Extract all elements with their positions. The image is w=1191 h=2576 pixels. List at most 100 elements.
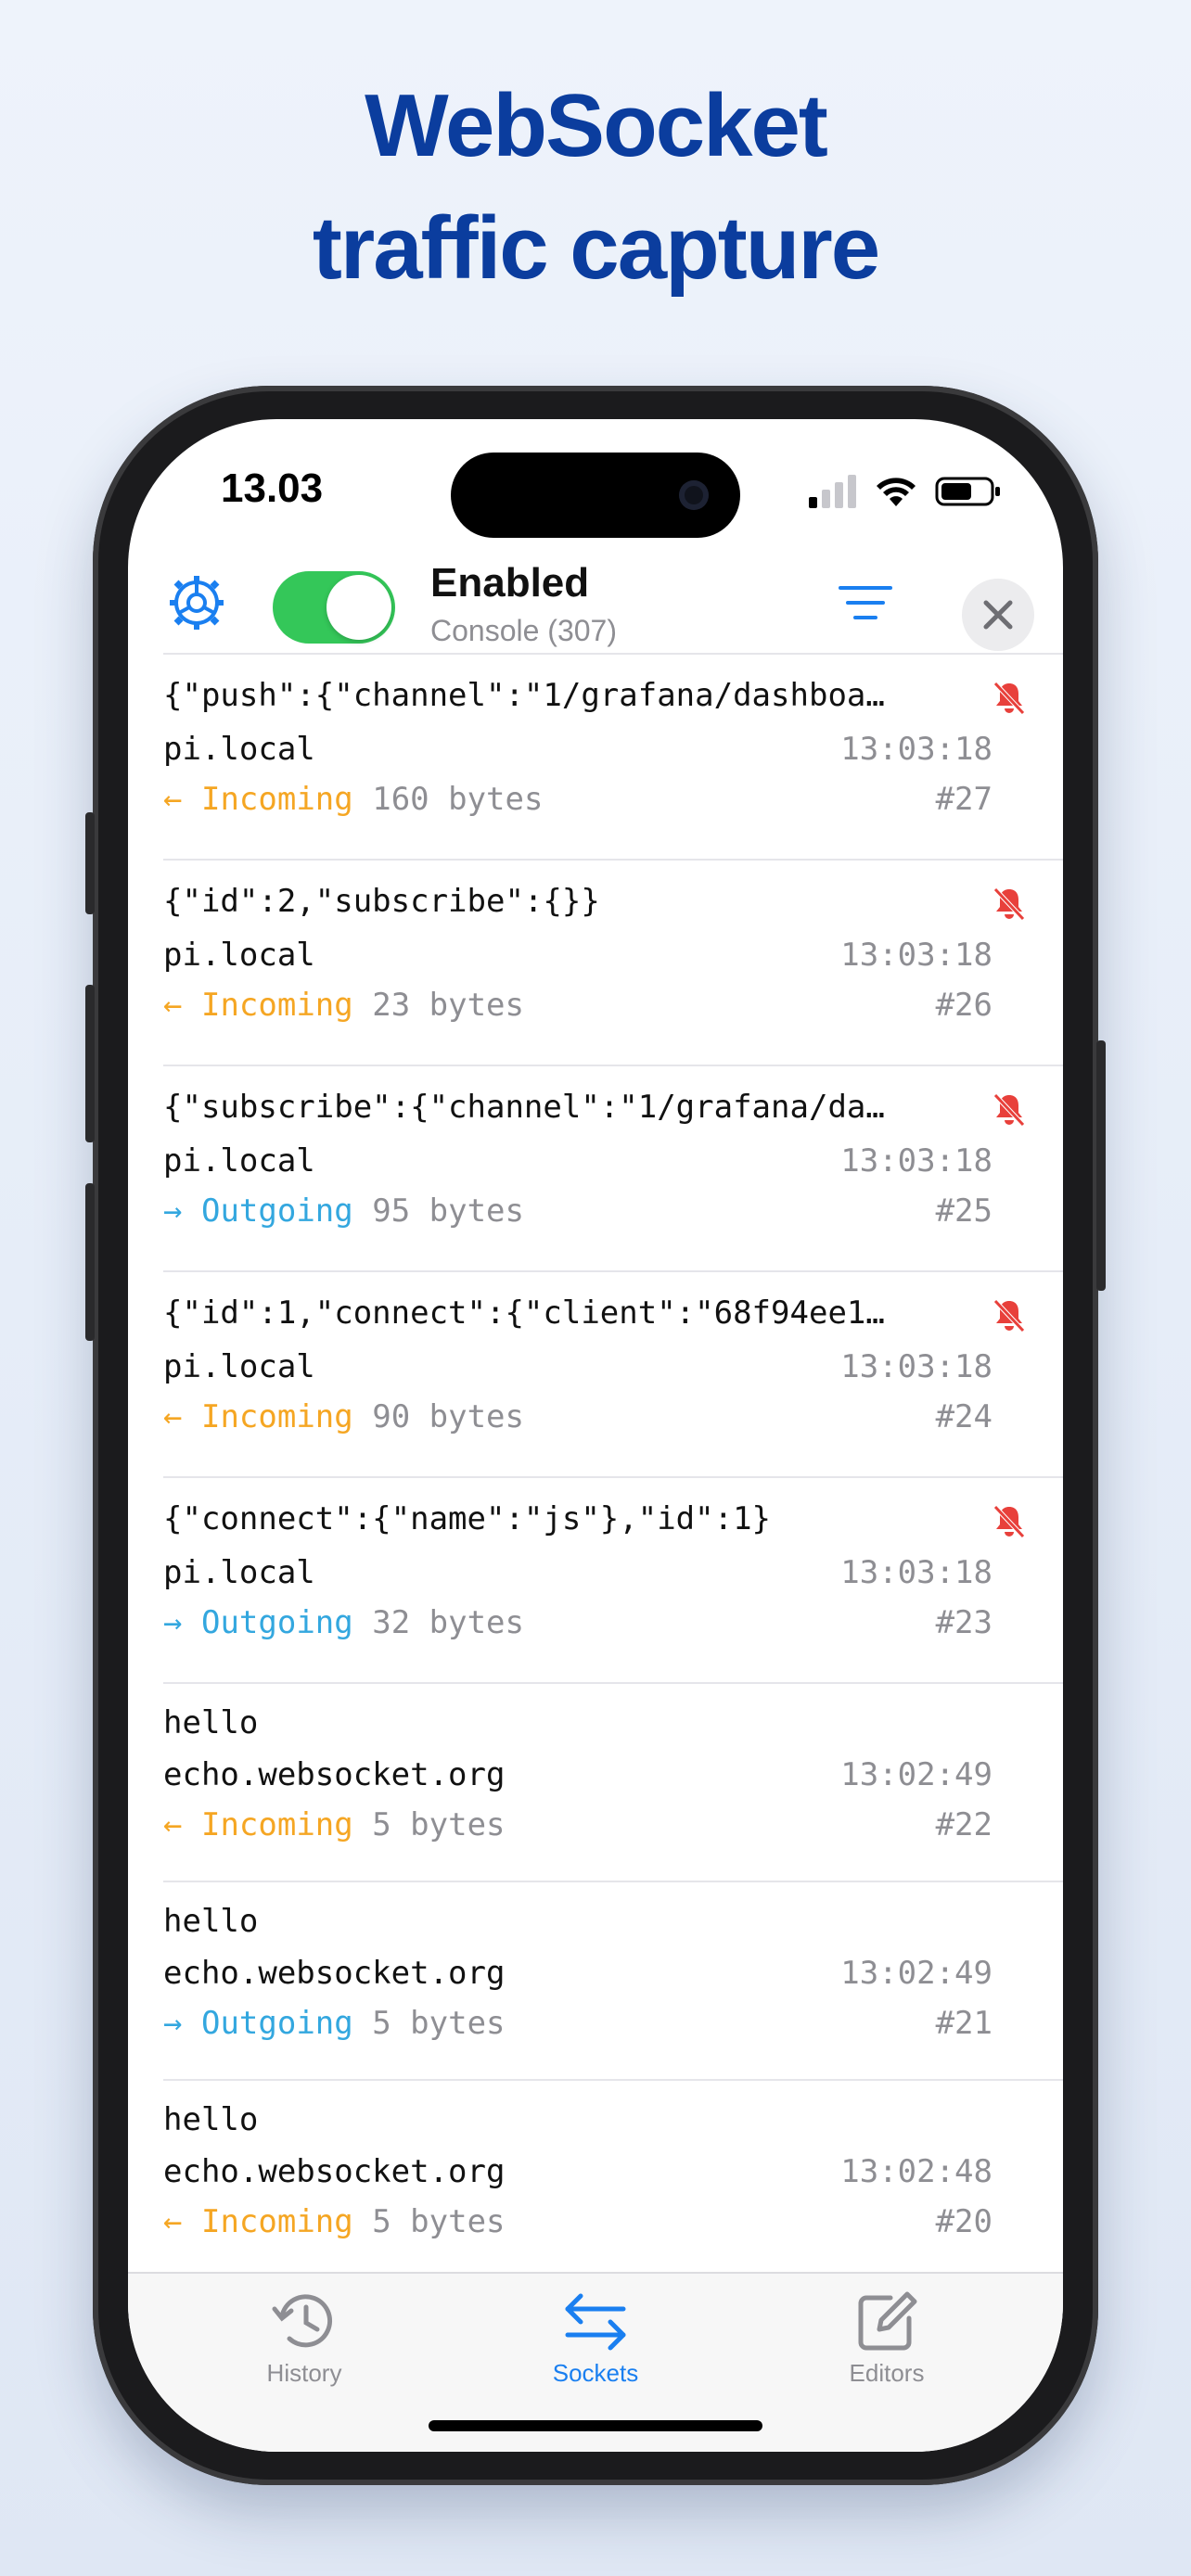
message-time: 13:02:49 xyxy=(840,1955,992,1992)
capture-toggle[interactable] xyxy=(273,571,395,644)
close-icon xyxy=(983,600,1013,630)
message-payload-line: hello xyxy=(163,1704,1028,1741)
list-item[interactable]: {"connect":{"name":"js"},"id":1} pi.local… xyxy=(163,1476,1063,1682)
message-host: pi.local xyxy=(163,1142,315,1180)
battery-icon xyxy=(935,477,1000,506)
message-number: #27 xyxy=(935,781,992,818)
gear-icon[interactable] xyxy=(167,573,226,632)
tab-history[interactable]: History xyxy=(193,2289,416,2388)
message-payload: {"id":2,"subscribe":{}} xyxy=(163,883,600,920)
message-direction: Outgoing xyxy=(200,1604,353,1641)
message-time: 13:02:48 xyxy=(840,2153,992,2190)
message-time: 13:03:18 xyxy=(840,1142,992,1180)
message-payload: hello xyxy=(163,2101,259,2138)
message-meta-line: ← Incoming 160 bytes #27 xyxy=(163,781,1028,818)
direction-arrow-icon: ← xyxy=(163,1806,183,1843)
list-item[interactable]: {"subscribe":{"channel":"1/grafana/da… pi… xyxy=(163,1065,1063,1270)
message-host: pi.local xyxy=(163,1348,315,1385)
message-number: #26 xyxy=(935,987,992,1024)
message-host-line: echo.websocket.org 13:02:48 xyxy=(163,2153,1028,2190)
direction-arrow-icon: → xyxy=(163,1192,183,1230)
muted-bell-icon[interactable] xyxy=(991,1296,1028,1333)
direction-arrow-icon: ← xyxy=(163,2203,183,2240)
tab-editors[interactable]: Editors xyxy=(775,2289,998,2388)
message-payload: {"push":{"channel":"1/grafana/dashboa… xyxy=(163,677,885,714)
message-payload: hello xyxy=(163,1903,259,1940)
tab-sockets[interactable]: Sockets xyxy=(484,2289,707,2388)
message-meta-line: → Outgoing 95 bytes #25 xyxy=(163,1192,1028,1230)
message-size: 5 bytes xyxy=(372,2005,506,2042)
capture-status-title: Enabled xyxy=(430,560,590,606)
message-payload: hello xyxy=(163,1704,259,1741)
tab-history-label: History xyxy=(266,2359,342,2387)
message-meta-line: ← Incoming 5 bytes #22 xyxy=(163,1806,1028,1843)
home-indicator xyxy=(429,2420,762,2431)
direction-arrow-icon: → xyxy=(163,1604,183,1641)
history-icon xyxy=(272,2294,332,2348)
message-number: #24 xyxy=(935,1398,992,1435)
headline-line-1: WebSocket xyxy=(365,76,828,175)
console-count: Console (307) xyxy=(430,614,617,647)
message-host: echo.websocket.org xyxy=(163,1955,506,1992)
list-item[interactable]: {"id":2,"subscribe":{}} pi.local 13:03:18 ←… xyxy=(163,859,1063,1065)
list-item[interactable]: {"id":1,"connect":{"client":"68f94ee1… pi… xyxy=(163,1270,1063,1476)
message-payload-line: hello xyxy=(163,2101,1028,2138)
list-item[interactable]: hello echo.websocket.org 13:02:49 → Outgoin… xyxy=(163,1881,1063,2079)
muted-bell-icon[interactable] xyxy=(991,679,1028,716)
message-payload-line: {"id":1,"connect":{"client":"68f94ee1… xyxy=(163,1294,1028,1332)
phone-frame: 13.03 Enabled Console (307) {"push":{"ch… xyxy=(85,386,1106,2485)
message-size: 5 bytes xyxy=(372,1806,506,1843)
headline: WebSocket traffic capture xyxy=(0,65,1191,310)
message-payload: {"connect":{"name":"js"},"id":1} xyxy=(163,1500,772,1537)
message-time: 13:03:18 xyxy=(840,937,992,974)
list-item[interactable]: {"push":{"channel":"1/grafana/dashboa… pi… xyxy=(163,653,1063,859)
filter-icon[interactable] xyxy=(839,582,892,625)
muted-bell-icon[interactable] xyxy=(991,1090,1028,1128)
message-number: #22 xyxy=(935,1806,992,1843)
message-host-line: pi.local 13:03:18 xyxy=(163,1348,1028,1385)
message-list[interactable]: {"push":{"channel":"1/grafana/dashboa… pi… xyxy=(128,653,1063,2277)
message-number: #21 xyxy=(935,2005,992,2042)
message-time: 13:03:18 xyxy=(840,731,992,768)
message-payload-line: {"id":2,"subscribe":{}} xyxy=(163,883,1028,920)
message-direction: Incoming xyxy=(200,1806,353,1843)
muted-bell-icon[interactable] xyxy=(991,1502,1028,1539)
volume-down-button xyxy=(85,1183,95,1341)
message-meta-line: → Outgoing 32 bytes #23 xyxy=(163,1604,1028,1641)
list-item[interactable]: hello echo.websocket.org 13:02:48 ← Incomin… xyxy=(163,2079,1063,2277)
editors-icon xyxy=(858,2291,917,2351)
tab-sockets-label: Sockets xyxy=(552,2359,639,2387)
message-meta-line: ← Incoming 23 bytes #26 xyxy=(163,987,1028,1024)
message-host-line: pi.local 13:03:18 xyxy=(163,731,1028,768)
message-size: 160 bytes xyxy=(372,781,544,818)
status-time: 13.03 xyxy=(221,465,324,511)
toggle-knob xyxy=(327,575,391,640)
message-payload-line: {"subscribe":{"channel":"1/grafana/da… xyxy=(163,1089,1028,1126)
status-icons xyxy=(809,475,1002,508)
message-payload: {"id":1,"connect":{"client":"68f94ee1… xyxy=(163,1294,885,1332)
message-direction: Incoming xyxy=(200,781,353,818)
muted-bell-icon[interactable] xyxy=(991,885,1028,922)
message-meta-line: ← Incoming 90 bytes #24 xyxy=(163,1398,1028,1435)
close-button[interactable] xyxy=(962,579,1034,651)
message-host: pi.local xyxy=(163,731,315,768)
message-size: 90 bytes xyxy=(372,1398,524,1435)
message-host-line: pi.local 13:03:18 xyxy=(163,1142,1028,1180)
message-host-line: pi.local 13:03:18 xyxy=(163,1554,1028,1591)
message-direction: Incoming xyxy=(200,1398,353,1435)
message-meta-line: → Outgoing 5 bytes #21 xyxy=(163,2005,1028,2042)
message-meta-line: ← Incoming 5 bytes #20 xyxy=(163,2203,1028,2240)
message-payload-line: {"connect":{"name":"js"},"id":1} xyxy=(163,1500,1028,1537)
message-size: 23 bytes xyxy=(372,987,524,1024)
message-payload: {"subscribe":{"channel":"1/grafana/da… xyxy=(163,1089,885,1126)
sockets-icon xyxy=(565,2293,626,2351)
message-host: echo.websocket.org xyxy=(163,1756,506,1793)
message-number: #23 xyxy=(935,1604,992,1641)
message-payload-line: {"push":{"channel":"1/grafana/dashboa… xyxy=(163,677,1028,714)
direction-arrow-icon: ← xyxy=(163,1398,183,1435)
list-item[interactable]: hello echo.websocket.org 13:02:49 ← Incomin… xyxy=(163,1682,1063,1881)
message-host: pi.local xyxy=(163,1554,315,1591)
message-direction: Incoming xyxy=(200,2203,353,2240)
toolbar: Enabled Console (307) xyxy=(128,549,1063,651)
message-number: #25 xyxy=(935,1192,992,1230)
